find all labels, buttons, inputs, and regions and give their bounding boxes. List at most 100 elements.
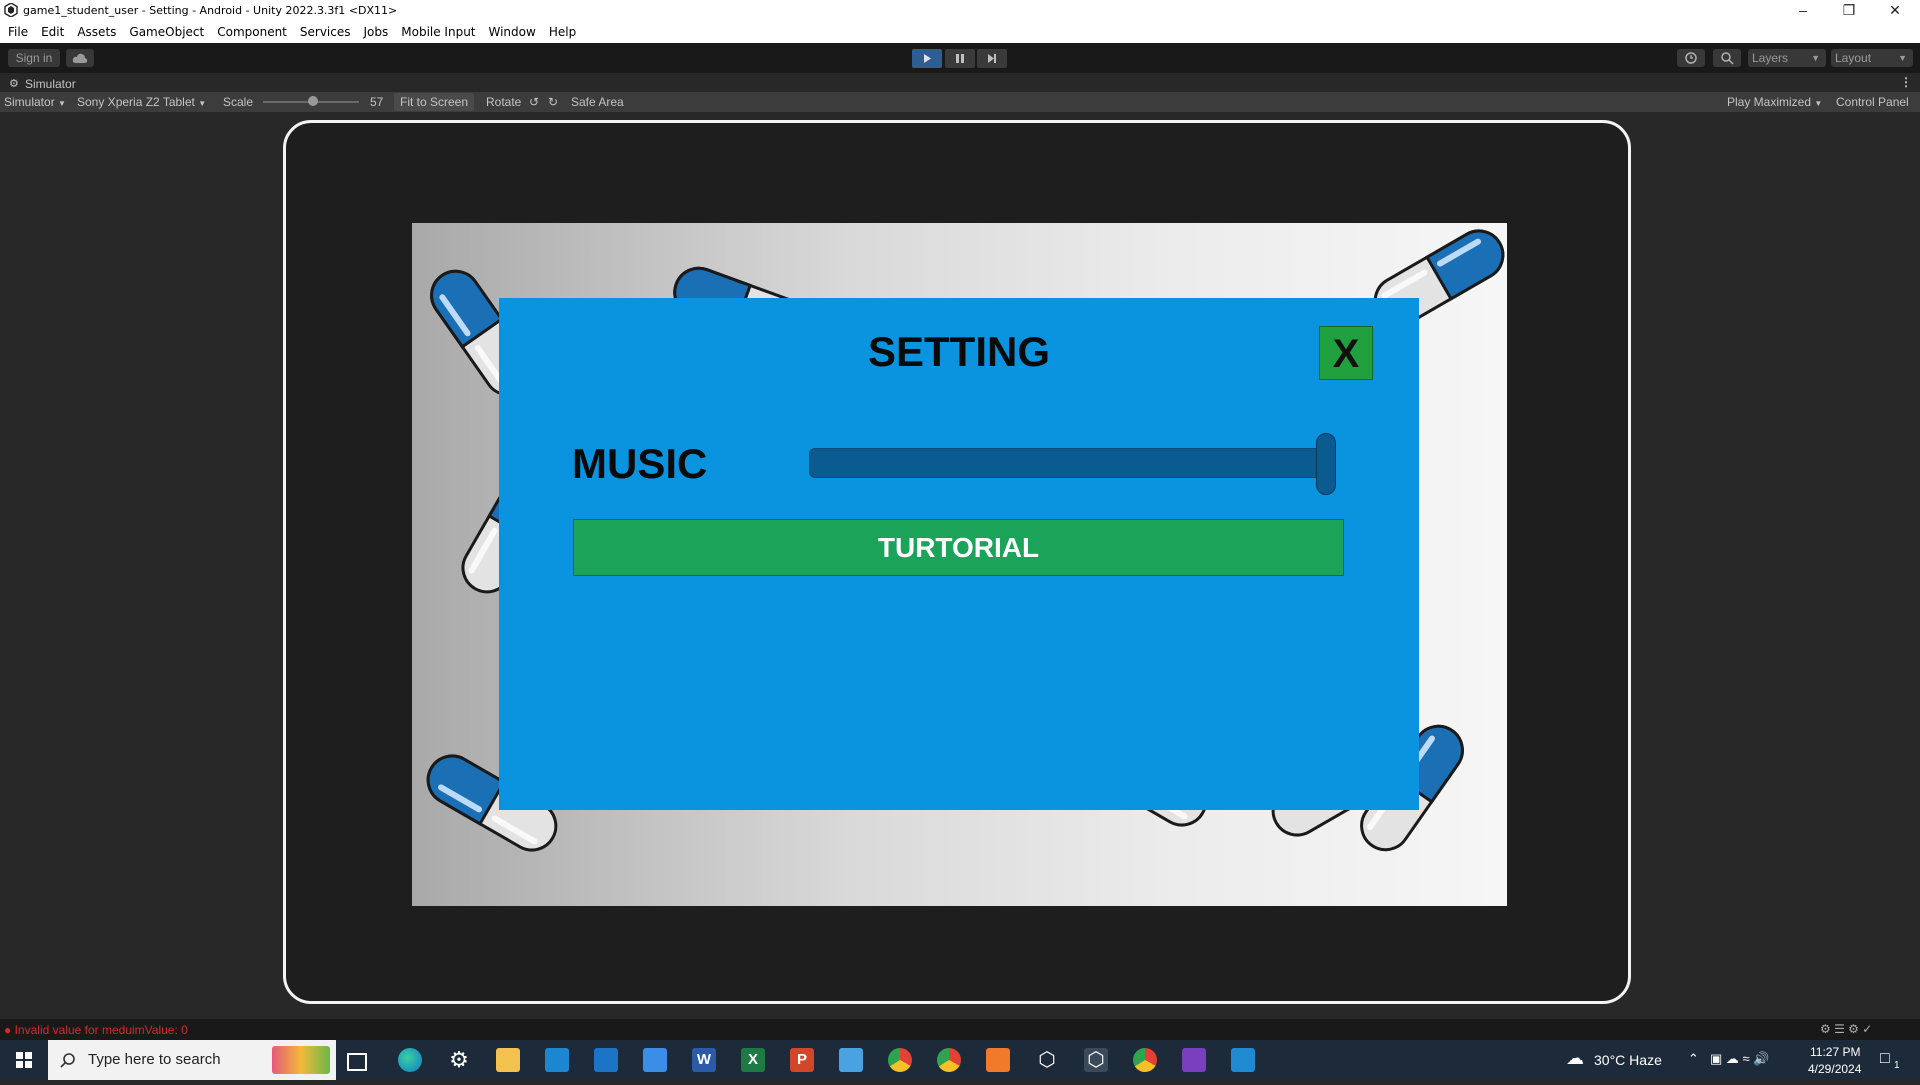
music-volume-slider-handle[interactable] <box>1316 433 1336 495</box>
task-view-icon[interactable] <box>347 1053 367 1071</box>
clock-date[interactable]: 4/29/2024 <box>1808 1062 1861 1076</box>
chrome-icon[interactable] <box>1133 1048 1157 1072</box>
error-message[interactable]: ● Invalid value for meduimValue: 0 <box>4 1023 188 1037</box>
pause-icon <box>956 54 964 63</box>
error-icon: ● <box>4 1023 12 1037</box>
setting-title: SETTING <box>867 328 1050 375</box>
simulator-options-bar: Simulator ▼ Sony Xperia Z2 Tablet ▼ Scal… <box>0 92 1920 112</box>
settings-gear-icon[interactable]: ⚙ <box>447 1048 471 1072</box>
menu-component[interactable]: Component <box>210 22 293 39</box>
search-icon <box>60 1053 75 1068</box>
tray-icons[interactable]: ▣ ☁ ≈ 🔊 <box>1710 1051 1769 1067</box>
fit-to-screen-button[interactable]: Fit to Screen <box>394 93 475 111</box>
pause-button[interactable] <box>945 49 975 68</box>
menu-bar: File Edit Assets GameObject Component Service… <box>0 22 1920 43</box>
scale-label: Scale <box>223 95 254 109</box>
visual-studio-icon[interactable] <box>1182 1048 1206 1072</box>
chevron-down-icon: ▼ <box>1898 53 1907 63</box>
status-bar: ● Invalid value for meduimValue: 0 ⚙ ☰ ⚙… <box>0 1019 1920 1040</box>
history-button[interactable] <box>1677 49 1705 67</box>
chevron-down-icon: ▼ <box>1811 53 1820 63</box>
start-button[interactable] <box>0 1040 48 1080</box>
play-button[interactable] <box>912 49 942 68</box>
menu-assets[interactable]: Assets <box>70 22 122 39</box>
status-icons: ⚙ ☰ ⚙ ✓ <box>1820 1022 1873 1036</box>
search-icon <box>1721 52 1734 65</box>
safe-area-toggle[interactable]: Safe Area <box>571 95 624 109</box>
edge-icon[interactable] <box>398 1048 422 1072</box>
mail-icon[interactable] <box>594 1048 618 1072</box>
step-button[interactable] <box>977 49 1007 68</box>
search-highlight-icon <box>272 1046 330 1074</box>
cloud-icon <box>72 53 88 63</box>
play-maximized-label: Play Maximized <box>1727 95 1812 109</box>
simulator-mode-label: Simulator <box>4 95 55 109</box>
simulator-mode-dropdown[interactable]: Simulator ▼ <box>4 95 66 109</box>
menu-gameobject[interactable]: GameObject <box>122 22 210 39</box>
simulator-tab-bar: ⚙ Simulator ⋮ <box>0 73 1920 93</box>
close-window-button[interactable]: ✕ <box>1872 0 1918 22</box>
chrome-icon[interactable] <box>888 1048 912 1072</box>
history-icon <box>1685 52 1697 64</box>
menu-edit[interactable]: Edit <box>34 22 70 39</box>
excel-icon[interactable]: X <box>741 1048 765 1072</box>
layout-label: Layout <box>1835 51 1872 65</box>
layers-label: Layers <box>1752 51 1789 65</box>
word-icon[interactable]: W <box>692 1048 716 1072</box>
close-setting-button[interactable]: X <box>1319 326 1373 380</box>
unity-hub-icon[interactable]: ⬡ <box>1035 1048 1059 1072</box>
setting-panel: SETTING X MUSIC TURTORIAL <box>499 298 1419 810</box>
taskbar-search[interactable]: Type here to search <box>48 1040 336 1080</box>
menu-services[interactable]: Services <box>293 22 357 39</box>
weather-text[interactable]: 30°C Haze <box>1594 1052 1662 1068</box>
device-dropdown[interactable]: Sony Xperia Z2 Tablet ▼ <box>77 95 206 109</box>
music-label: MUSIC <box>572 440 708 487</box>
notification-count: 1 <box>1894 1060 1900 1071</box>
simulator-tab[interactable]: Simulator <box>25 77 76 91</box>
unity-logo-icon <box>4 3 18 17</box>
error-text: Invalid value for meduimValue: 0 <box>14 1023 188 1037</box>
menu-mobile-input[interactable]: Mobile Input <box>394 22 481 39</box>
xampp-icon[interactable] <box>986 1048 1010 1072</box>
layers-dropdown[interactable]: Layers ▼ <box>1748 49 1826 67</box>
sign-in-button[interactable]: Sign in <box>8 49 60 67</box>
restore-button[interactable]: ❐ <box>1826 0 1872 22</box>
title-bar: game1_student_user - Setting - Android -… <box>0 0 1920 22</box>
app-icon[interactable] <box>643 1048 667 1072</box>
rotate-right-icon[interactable]: ↻ <box>548 95 558 109</box>
play-icon <box>924 54 931 63</box>
menu-jobs[interactable]: Jobs <box>357 22 395 39</box>
vscode-icon[interactable] <box>1231 1048 1255 1072</box>
chrome-icon[interactable] <box>937 1048 961 1072</box>
windows-logo-icon <box>16 1052 32 1068</box>
layout-dropdown[interactable]: Layout ▼ <box>1831 49 1913 67</box>
menu-window[interactable]: Window <box>482 22 542 39</box>
scale-slider-thumb[interactable] <box>308 96 318 106</box>
notification-icon[interactable]: □ <box>1880 1050 1890 1068</box>
search-placeholder: Type here to search <box>88 1051 221 1068</box>
store-icon[interactable] <box>545 1048 569 1072</box>
gamepad-icon: ⚙ <box>9 78 19 90</box>
powerpoint-icon[interactable]: P <box>790 1048 814 1072</box>
game-screen: SETTING X MUSIC TURTORIAL <box>412 223 1507 906</box>
minimize-button[interactable]: – <box>1780 0 1826 22</box>
music-volume-slider[interactable] <box>809 448 1336 478</box>
search-button[interactable] <box>1713 49 1741 67</box>
control-panel-button[interactable]: Control Panel <box>1836 95 1909 109</box>
scale-value[interactable]: 57 <box>370 95 383 109</box>
more-options-icon[interactable]: ⋮ <box>1900 75 1912 89</box>
windows-taskbar: Type here to search ⚙ W X P ⬡ ⬡ ☁ 30°C H… <box>0 1040 1920 1080</box>
cloud-button[interactable] <box>66 49 94 67</box>
menu-help[interactable]: Help <box>542 22 582 39</box>
app-icon[interactable] <box>839 1048 863 1072</box>
unity-icon[interactable]: ⬡ <box>1084 1048 1108 1072</box>
play-maximized-dropdown[interactable]: Play Maximized ▼ <box>1727 95 1822 109</box>
menu-file[interactable]: File <box>0 22 34 39</box>
weather-icon[interactable]: ☁ <box>1566 1048 1584 1069</box>
step-icon <box>988 54 996 63</box>
tutorial-button[interactable]: TURTORIAL <box>573 519 1344 576</box>
tray-chevron-up-icon[interactable]: ⌃ <box>1688 1051 1699 1067</box>
rotate-left-icon[interactable]: ↺ <box>529 95 539 109</box>
file-explorer-icon[interactable] <box>496 1048 520 1072</box>
clock-time[interactable]: 11:27 PM <box>1810 1045 1860 1059</box>
